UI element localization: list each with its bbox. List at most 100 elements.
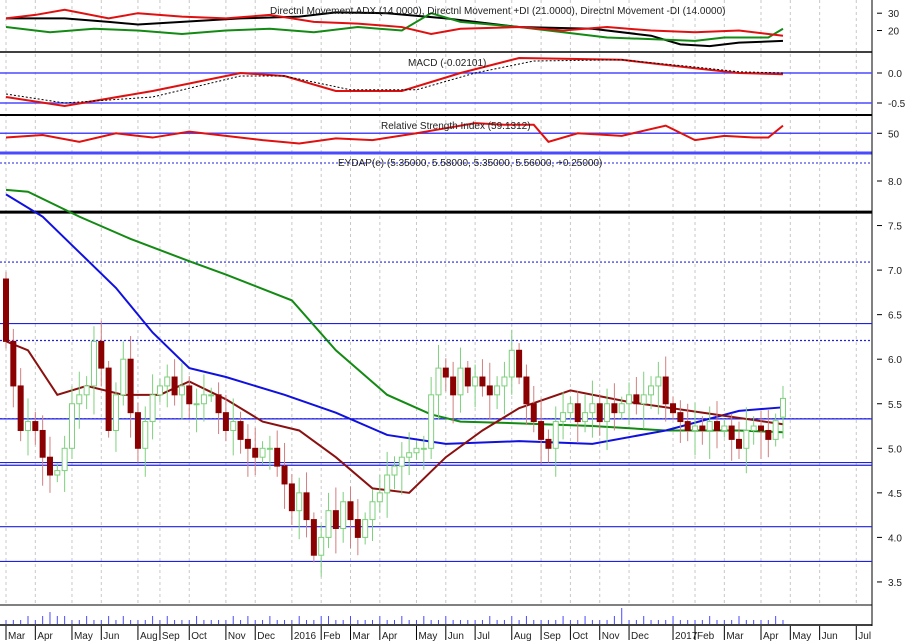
candle-down [662,376,669,405]
candle-down [530,403,537,423]
candle-down [274,447,281,467]
dmi-title: Directnl Movement ADX (14.0000), Directn… [270,6,725,17]
candle-up [406,452,413,458]
x-tick-label: May [418,631,437,642]
candle-up [750,425,757,431]
x-tick-label: May [792,631,811,642]
x-tick-label: Jul [477,631,490,642]
dmi-tick-label: 30 [888,9,900,20]
candle-up [655,376,662,387]
candle-up [618,403,625,414]
price-tick-label: 5.5 [888,400,902,411]
x-axis: Mar Apr May Jun Aug Sep Oct Nov Dec 2016 Feb Mar Apr… [5,626,871,642]
candle-down [186,385,193,405]
candle-down [714,421,721,431]
candle-up [340,501,347,529]
price-tick-label: 4.0 [888,533,902,544]
candle-up [420,447,427,450]
macd-title: MACD (-0.02101) [408,58,486,69]
x-tick-label: Nov [602,631,620,642]
candle-up [193,403,200,406]
candle-up [376,492,383,503]
candle-down [728,425,735,440]
x-tick-label: Aug [140,631,158,642]
candle-down [684,421,691,431]
x-tick-label: May [74,631,93,642]
candle-up [156,385,163,396]
rsi-title: Relative Strength Index (59.1312) [381,121,531,132]
candle-up [178,385,185,396]
candle-down [699,425,706,431]
candle-up [589,403,596,414]
x-tick-label: Apr [763,631,779,642]
x-tick-label: Aug [514,631,532,642]
candle-down [215,394,222,414]
candle-down [596,403,603,423]
volume-panel [5,608,784,624]
price-tick-label: 3.5 [888,578,902,589]
x-tick-label: Sep [162,631,180,642]
candle-up [779,397,786,418]
candle-down [523,376,530,405]
candle-up [325,510,332,538]
price-tick-label: 6.0 [888,355,902,366]
candle-up [743,429,750,449]
x-tick-label: Jun [822,631,838,642]
candle-down [10,340,17,387]
candle-up [772,420,779,440]
candle-up [318,536,325,556]
candle-up [149,394,156,423]
candle-down [39,429,46,458]
candle-up [472,376,479,387]
candle-down [222,412,229,431]
candle-up [457,367,464,396]
candle-down [98,340,105,369]
candle-down [303,492,310,521]
candle-down [252,447,259,458]
candle-down [757,425,764,431]
candle-down [442,367,449,378]
candle-up [391,465,398,476]
candle-down [670,403,677,414]
x-tick-label: Feb [323,631,341,642]
x-tick-label: Mar [8,631,26,642]
x-tick-label: 2016 [294,631,317,642]
candle-down [288,483,295,512]
candle-up [24,421,31,431]
candle-down [765,429,772,440]
macd-tick-label: -0.5 [888,99,905,110]
candle-down [354,519,361,538]
x-tick-label: Oct [572,631,588,642]
candle-up [501,376,508,387]
x-tick-label: Oct [191,631,207,642]
candle-up [648,385,655,396]
x-tick-label: Dec [631,631,649,642]
candle-up [200,394,207,405]
x-tick-label: Apr [37,631,53,642]
candle-down [545,438,552,449]
candle-down [479,376,486,387]
candle-up [508,349,515,378]
candle-down [237,421,244,440]
price-tick-label: 6.5 [888,311,902,322]
x-tick-label: Dec [257,631,275,642]
x-tick-label: Mar [353,631,371,642]
candle-up [164,376,171,387]
candle-up [83,385,90,396]
candle-up [604,403,611,423]
candle-down [171,376,178,396]
price-tick-label: 5.0 [888,444,902,455]
candle-up [706,421,713,431]
candle-down [633,394,640,405]
candle-down [677,412,684,423]
candle-up [120,358,127,396]
x-tick-label: Apr [382,631,398,642]
candle-up [692,425,699,431]
candle-up [384,474,391,494]
candle-up [398,456,405,467]
candle-down [574,403,581,423]
candle-up [626,394,633,405]
candle-up [413,447,420,454]
candle-up [76,394,83,405]
candle-down [516,349,523,378]
